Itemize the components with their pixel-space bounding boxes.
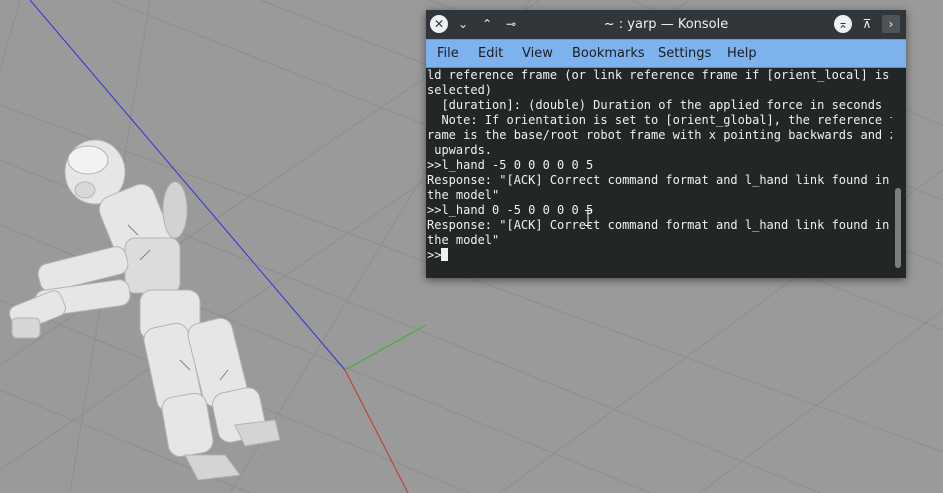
- menu-help[interactable]: Help: [724, 40, 760, 67]
- chevron-down-icon[interactable]: ⌄: [454, 15, 472, 33]
- terminal-line: the model": [427, 233, 500, 247]
- terminal-line: the model": [427, 188, 500, 202]
- chevron-right-icon[interactable]: ›: [882, 15, 900, 33]
- terminal-line: Response: "[ACK] Correct command format …: [427, 173, 890, 187]
- shade-icon[interactable]: ⊼: [858, 15, 876, 33]
- terminal-line: ld reference frame (or link reference fr…: [427, 68, 890, 82]
- window-titlebar[interactable]: ✕ ⌄ ⌃ ⊸ ~ : yarp — Konsole ⌅ ⊼ ›: [426, 10, 906, 40]
- scrollbar-thumb[interactable]: [895, 188, 901, 268]
- terminal-prompt[interactable]: >>: [427, 248, 441, 262]
- menu-file[interactable]: File: [434, 40, 462, 67]
- ibeam-cursor-icon: [585, 210, 591, 226]
- menu-bar: File Edit View Bookmarks Settings Help: [426, 40, 906, 68]
- terminal-line: [duration]: (double) Duration of the app…: [427, 98, 883, 112]
- menu-edit[interactable]: Edit: [475, 40, 506, 67]
- pin-icon[interactable]: ⊸: [502, 15, 520, 33]
- terminal-text[interactable]: ld reference frame (or link reference fr…: [426, 68, 892, 263]
- menu-bookmarks[interactable]: Bookmarks: [569, 40, 648, 67]
- close-icon[interactable]: ✕: [430, 15, 448, 33]
- konsole-window[interactable]: ✕ ⌄ ⌃ ⊸ ~ : yarp — Konsole ⌅ ⊼ › File Ed…: [426, 10, 906, 278]
- window-title: ~ : yarp — Konsole: [603, 17, 729, 32]
- menu-settings[interactable]: Settings: [655, 40, 714, 67]
- terminal-output[interactable]: ld reference frame (or link reference fr…: [426, 68, 892, 276]
- terminal-line: >>l_hand -5 0 0 0 0 0 5: [427, 158, 594, 172]
- terminal-line: upwards.: [427, 143, 493, 157]
- scrollbar[interactable]: [892, 68, 906, 278]
- terminal-line: rame is the base/root robot frame with x…: [427, 128, 892, 142]
- keep-above-icon[interactable]: ⌅: [834, 15, 852, 33]
- chevron-up-icon[interactable]: ⌃: [478, 15, 496, 33]
- terminal-line: selected): [427, 83, 493, 97]
- menu-view[interactable]: View: [519, 40, 556, 67]
- terminal-line: Response: "[ACK] Correct command format …: [427, 218, 890, 232]
- text-cursor: [441, 248, 449, 261]
- terminal-line: >>l_hand 0 -5 0 0 0 0 5: [427, 203, 594, 217]
- terminal-line: Note: If orientation is set to [orient_g…: [427, 113, 892, 127]
